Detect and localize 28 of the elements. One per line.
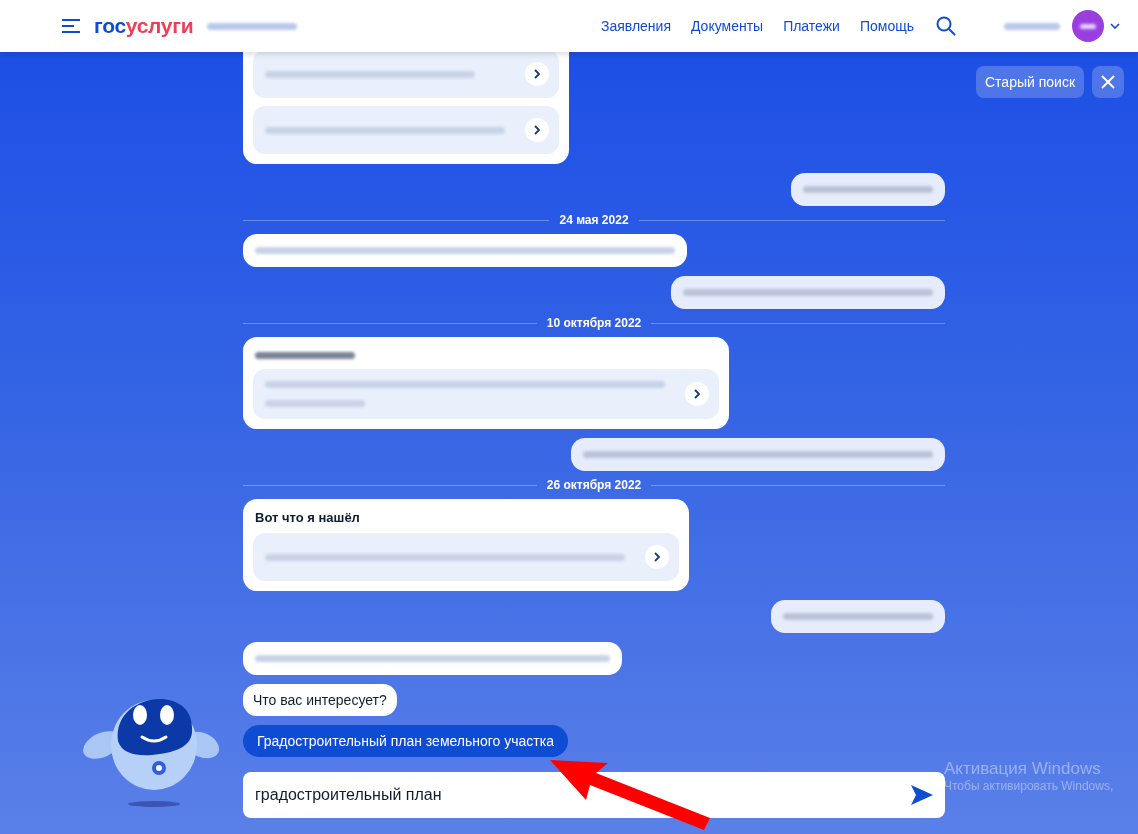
send-button[interactable] [899, 772, 945, 818]
message-bubble: Что вас интересует? [243, 684, 397, 716]
avatar[interactable] [1072, 10, 1104, 42]
nav-link[interactable]: Документы [690, 18, 764, 34]
chevron-right-icon [685, 382, 709, 406]
date-label: 10 октября 2022 [546, 316, 642, 330]
chevron-down-icon[interactable] [1110, 23, 1120, 29]
card-title: Вот что я нашёл [254, 509, 361, 525]
search-icon[interactable] [936, 16, 956, 36]
date-label: 26 октября 2022 [546, 478, 642, 492]
chevron-right-icon [645, 545, 669, 569]
chevron-right-icon [525, 118, 549, 142]
send-icon [911, 785, 933, 805]
logo-text[interactable]: госуслуги [94, 14, 194, 38]
nav-link[interactable]: Помощь [859, 18, 914, 34]
blurred-text [1004, 22, 1060, 30]
nav-link[interactable]: Заявления [600, 18, 671, 34]
menu-icon[interactable] [62, 19, 80, 33]
date-label: 24 мая 2022 [559, 213, 629, 227]
nav-link[interactable]: Платежи [783, 18, 840, 34]
chevron-right-icon [525, 62, 549, 86]
close-icon [1101, 75, 1116, 89]
activation-title: Активация Windows [944, 759, 1102, 779]
old-search-button[interactable]: Старый поиск [976, 66, 1085, 98]
quick-reply-button[interactable]: Градостроительный план земельного участка [243, 725, 568, 757]
activation-subtitle: Чтобы активировать Windows, [944, 779, 1114, 793]
close-button[interactable] [1092, 66, 1125, 98]
message-input[interactable]: градостроительный план [243, 772, 899, 818]
